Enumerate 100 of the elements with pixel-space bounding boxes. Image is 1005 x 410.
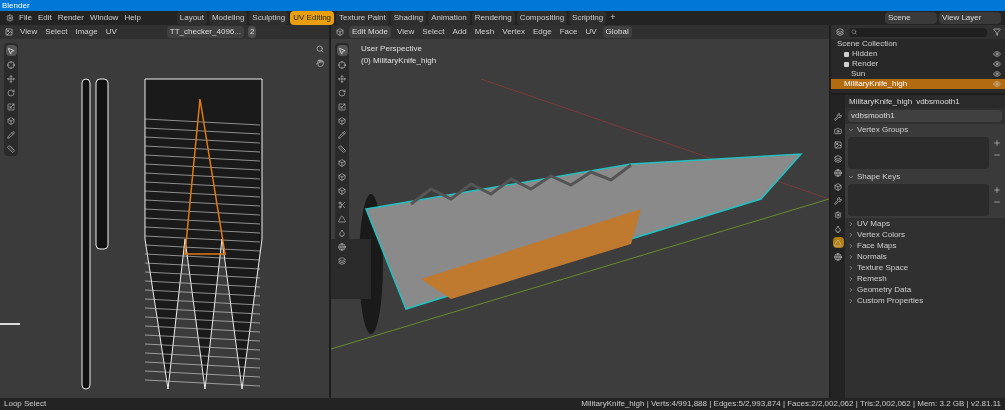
properties-tab-icon[interactable] (832, 237, 844, 248)
eye-icon[interactable] (991, 68, 1002, 80)
menu-item[interactable]: Edit (35, 12, 54, 24)
outliner-label: Scene Collection (837, 38, 898, 50)
menu-item[interactable]: Edge (530, 26, 554, 38)
workspace-tab[interactable]: Layout (176, 11, 207, 25)
move-icon[interactable] (5, 73, 17, 84)
annotate-icon[interactable] (336, 129, 348, 140)
scale-icon[interactable] (5, 101, 17, 112)
panel-header[interactable]: Custom Properties (845, 295, 1005, 306)
eye-icon[interactable] (991, 78, 1002, 90)
add-icon[interactable] (991, 184, 1002, 195)
checkbox[interactable] (844, 61, 849, 67)
menu-item[interactable]: View (395, 26, 417, 38)
mesh-name-field[interactable]: vdbsmooth1 (848, 110, 1002, 122)
workspace-tab[interactable]: Texture Paint (336, 11, 389, 25)
mode-dropdown[interactable]: Edit Mode (349, 26, 392, 38)
editor-type-icon[interactable] (334, 26, 345, 38)
properties-tab-icon[interactable] (832, 223, 844, 234)
cursor-icon[interactable] (5, 59, 17, 70)
annotate-icon[interactable] (5, 129, 17, 140)
menu-item[interactable]: UV (583, 26, 599, 38)
scene-field[interactable]: Scene (885, 12, 937, 24)
filter-icon[interactable] (991, 26, 1002, 38)
panel-header[interactable]: Remesh (845, 273, 1005, 284)
menu-item[interactable]: Mesh (472, 26, 497, 38)
view-layer-field[interactable]: View Layer (939, 12, 1001, 24)
eye-icon[interactable] (991, 48, 1002, 60)
workspace-tab[interactable]: Scripting (569, 11, 607, 25)
properties-tab-icon[interactable] (832, 139, 844, 150)
outliner-row[interactable]: Render (831, 59, 1005, 69)
workspace-tab[interactable]: Modeling (208, 11, 248, 25)
add-workspace-button[interactable]: + (608, 11, 618, 25)
move-icon[interactable] (336, 73, 348, 84)
workspace-tab[interactable]: Compositing (516, 11, 568, 25)
properties-tab-icon[interactable] (832, 195, 844, 206)
mesh-data-name: vdbsmooth1 (916, 95, 960, 108)
panel-header[interactable]: Geometry Data (845, 284, 1005, 295)
measure-icon[interactable] (5, 143, 17, 154)
menu-item[interactable]: File (17, 12, 34, 24)
status-action: Loop Select (4, 398, 47, 410)
panel-header[interactable]: UV Maps (845, 218, 1005, 229)
editor-type-icon[interactable] (3, 26, 14, 38)
outliner-row[interactable]: MilitaryKnife_high (831, 79, 1005, 89)
workspace-tab[interactable]: Shading (390, 11, 427, 25)
menu-item[interactable]: View (18, 26, 40, 38)
properties-tab-icon[interactable] (832, 125, 844, 136)
scale-icon[interactable] (336, 101, 348, 112)
menu-item[interactable]: Render (55, 12, 86, 24)
image-name-field[interactable]: TT_checker_4096... (166, 26, 244, 38)
properties-tab-icon[interactable] (832, 181, 844, 192)
add-icon[interactable] (991, 137, 1002, 148)
properties-tab-icon[interactable] (832, 167, 844, 178)
rotate-icon[interactable] (5, 87, 17, 98)
outliner-label: MilitaryKnife_high (844, 78, 908, 90)
panel-header[interactable]: Vertex Groups (845, 124, 1005, 135)
menu-item[interactable]: Image (73, 26, 100, 38)
menu-item[interactable]: Add (450, 26, 469, 38)
properties-tab-icon[interactable] (832, 209, 844, 220)
workspace-tab[interactable]: Animation (428, 11, 470, 25)
select-box-icon[interactable] (5, 45, 17, 56)
outliner-label: Hidden (852, 48, 878, 60)
menu-item[interactable]: Window (87, 12, 121, 24)
measure-icon[interactable] (336, 143, 348, 154)
properties-tab-icon[interactable] (832, 153, 844, 164)
display-mode-icon[interactable] (834, 26, 845, 38)
outliner-label: Render (852, 58, 879, 70)
select-box-icon[interactable] (336, 45, 348, 56)
window-title: Blender (2, 1, 30, 10)
panel-header[interactable]: Shape Keys (845, 171, 1005, 182)
menu-item[interactable]: Face (557, 26, 580, 38)
panel-header[interactable]: Vertex Colors (845, 229, 1005, 240)
outliner-row[interactable]: Hidden (831, 49, 1005, 59)
eye-icon[interactable] (991, 58, 1002, 70)
loop-cut-icon[interactable] (336, 199, 348, 210)
pan-icon[interactable] (314, 57, 325, 68)
workspace-tab[interactable]: Sculpting (249, 11, 289, 25)
panel-header[interactable]: Texture Space (845, 262, 1005, 273)
workspace-tab[interactable]: Rendering (471, 11, 515, 25)
menu-item[interactable]: UV (103, 26, 119, 38)
properties-tab-icon[interactable] (832, 251, 844, 262)
panel-header[interactable]: Face Maps (845, 240, 1005, 251)
panel-header[interactable]: Normals (845, 251, 1005, 262)
outliner-row[interactable]: Scene Collection (831, 39, 1005, 49)
zoom-icon[interactable] (314, 43, 325, 54)
users-count[interactable]: 2 (247, 26, 257, 38)
outliner-row[interactable]: Sun (831, 69, 1005, 79)
menu-item[interactable]: Help (122, 12, 143, 24)
menu-item[interactable]: Select (43, 26, 70, 38)
checkbox[interactable] (844, 51, 849, 57)
properties-tab-icon[interactable] (832, 111, 844, 122)
cursor-icon[interactable] (336, 59, 348, 70)
rotate-icon[interactable] (336, 87, 348, 98)
expanded-caret-icon (848, 173, 854, 180)
menu-item[interactable]: Vertex (500, 26, 527, 38)
menu-item[interactable]: Select (420, 26, 447, 38)
orientation-dropdown[interactable]: Global (602, 26, 632, 38)
outliner-label: Sun (851, 68, 866, 80)
search-field[interactable] (849, 27, 987, 37)
workspace-tab[interactable]: UV Editing (290, 11, 335, 25)
